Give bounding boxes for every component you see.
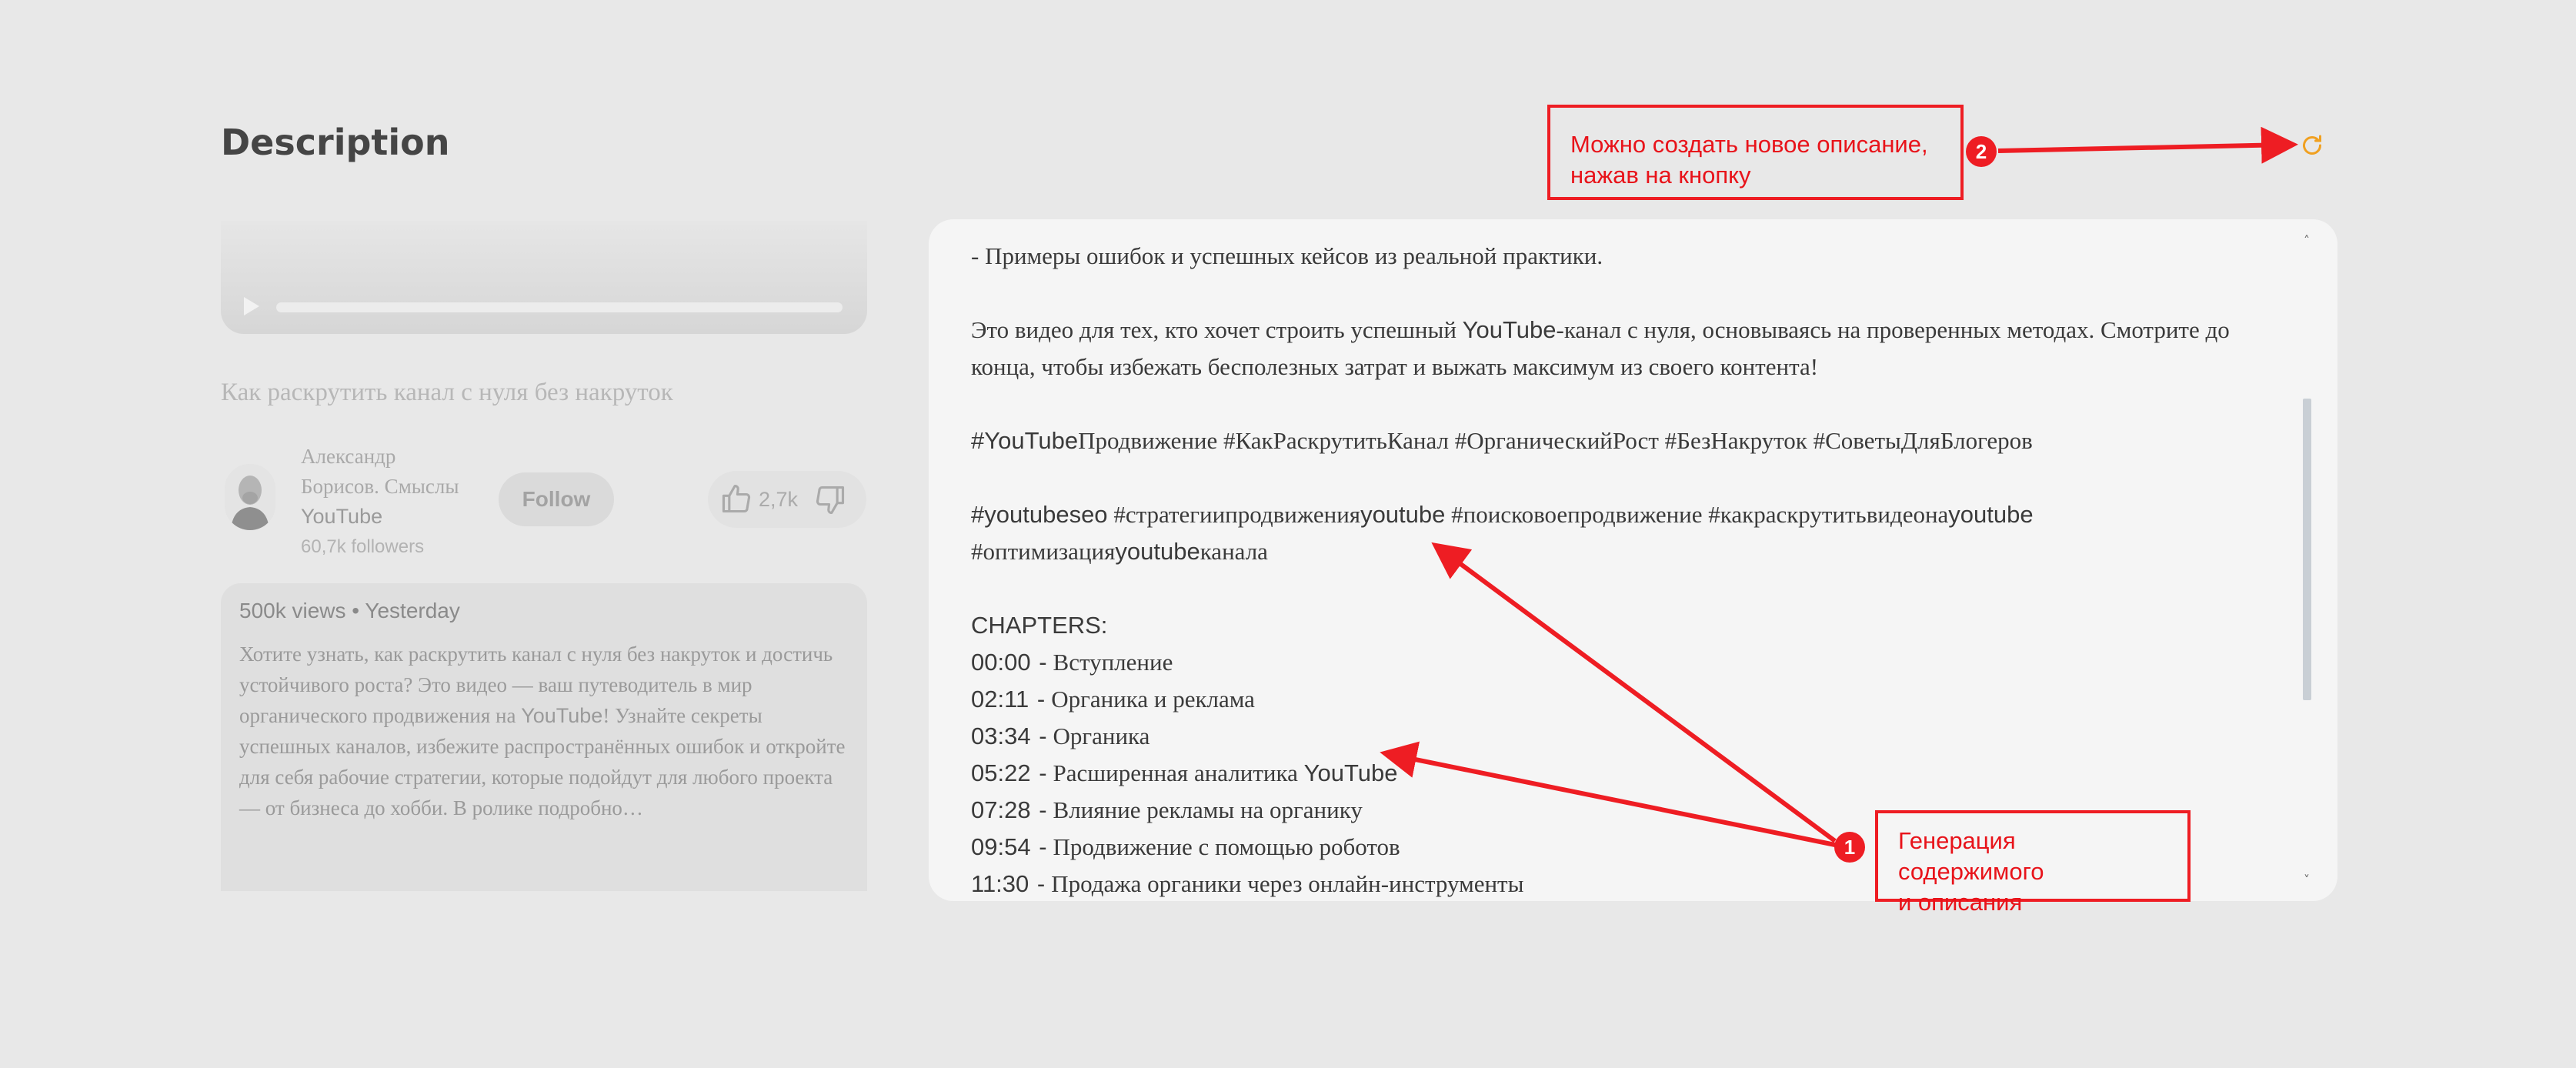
channel-name-line3: YouTube (301, 505, 383, 528)
chapter-title: Продвижение с помощью роботов (1053, 833, 1400, 860)
chapter-time: 00:00 (971, 649, 1031, 676)
annotation-box-regenerate: Можно создать новое описание, нажав на к… (1547, 105, 1964, 200)
scrollbar[interactable]: ˄ ˅ (2301, 233, 2313, 887)
hashtags-line: #youtubeseo #стратегиипродвиженияyoutube… (971, 501, 2034, 565)
annotation-badge-2: 2 (1966, 136, 1997, 167)
generated-description[interactable]: - Примеры ошибок и успешных кейсов из ре… (971, 238, 2271, 901)
generated-description-panel[interactable]: - Примеры ошибок и успешных кейсов из ре… (929, 219, 2337, 901)
channel-name[interactable]: Александр Борисов. Смыслы YouTube (301, 442, 478, 532)
chapter-title: Расширенная аналитика (1053, 759, 1304, 786)
chapter-title: Вступление (1053, 649, 1173, 676)
thumbs-down-icon (813, 486, 847, 519)
video-description-text: Хотите узнать, как раскрутить канал с ну… (239, 639, 855, 823)
chapter-separator: - (1032, 833, 1047, 860)
chapter-separator: - (1032, 759, 1047, 786)
chapter-time: 07:28 (971, 796, 1031, 823)
like-count: 2,7k (759, 488, 799, 511)
annotation-badge-1: 1 (1834, 832, 1865, 863)
chapter-row: 03:34 - Органика (971, 718, 2271, 755)
chapter-title: Продажа органики через онлайн-инструмент… (1051, 870, 1524, 897)
scrollbar-thumb[interactable] (2303, 399, 2311, 700)
chapter-time: 02:11 (971, 686, 1029, 713)
chapter-separator: - (1032, 649, 1047, 676)
chapter-time: 09:54 (971, 833, 1031, 860)
chapter-time: 11:30 (971, 870, 1029, 897)
channel-name-line2: Борисов. Смыслы (301, 475, 459, 498)
channel-name-line1: Александр (301, 445, 396, 468)
chapter-title: Органика и реклама (1051, 686, 1255, 713)
reactions-group: 2,7k (708, 471, 866, 528)
chapter-separator: - (1032, 796, 1047, 823)
annotation-text: нажав на кнопку (1570, 162, 1751, 189)
chapter-separator: - (1030, 870, 1046, 897)
chapter-brand: YouTube (1303, 759, 1398, 786)
chapter-title: Влияние рекламы на органику (1053, 796, 1363, 823)
chapter-time: 03:34 (971, 723, 1031, 749)
followers-count: 60,7k followers (301, 536, 425, 557)
hashtags-line: #YouTubeПродвижение #КакРаскрутитьКанал … (971, 427, 2033, 454)
chapter-separator: - (1032, 723, 1047, 749)
views-and-date: 500k views • Yesterday (239, 599, 460, 622)
dislike-button[interactable] (811, 482, 849, 520)
chapter-separator: - (1030, 686, 1046, 713)
like-button[interactable] (717, 480, 756, 519)
chapter-row: 00:00 - Вступление (971, 644, 2271, 681)
page-title: Description (221, 122, 450, 163)
annotation-text: Генерация содержимого (1898, 827, 2044, 885)
video-player[interactable] (221, 221, 867, 334)
regenerate-button[interactable] (2298, 132, 2326, 159)
annotation-box-generation: Генерация содержимого и описания (1875, 810, 2191, 916)
text-paragraph: Это видео для тех, кто хочет строить усп… (971, 316, 2230, 380)
scroll-up-arrow[interactable]: ˄ (2301, 233, 2313, 248)
video-description-card: 500k views • Yesterday Хотите узнать, ка… (221, 583, 867, 891)
chapters-heading: CHAPTERS: (971, 612, 1108, 639)
chapter-time: 05:22 (971, 759, 1031, 786)
thumbs-up-icon (719, 484, 753, 518)
avatar[interactable] (225, 464, 275, 530)
chapter-row: 02:11 - Органика и реклама (971, 681, 2271, 718)
follow-button[interactable]: Follow (499, 472, 614, 526)
annotation-text: Можно создать новое описание, (1570, 131, 1928, 158)
scroll-down-arrow[interactable]: ˅ (2301, 873, 2313, 887)
chapter-title: Органика (1053, 723, 1150, 749)
desc-brand: YouTube (521, 704, 603, 727)
progress-bar[interactable] (276, 302, 843, 312)
refresh-icon (2298, 135, 2326, 162)
play-icon[interactable] (239, 295, 262, 318)
video-title: Как раскрутить канал с нуля без накруток (221, 379, 673, 406)
annotation-text: и описания (1898, 889, 2023, 916)
chapter-row: 05:22 - Расширенная аналитика YouTube (971, 755, 2271, 792)
text-line: - Примеры ошибок и успешных кейсов из ре… (971, 242, 1603, 269)
